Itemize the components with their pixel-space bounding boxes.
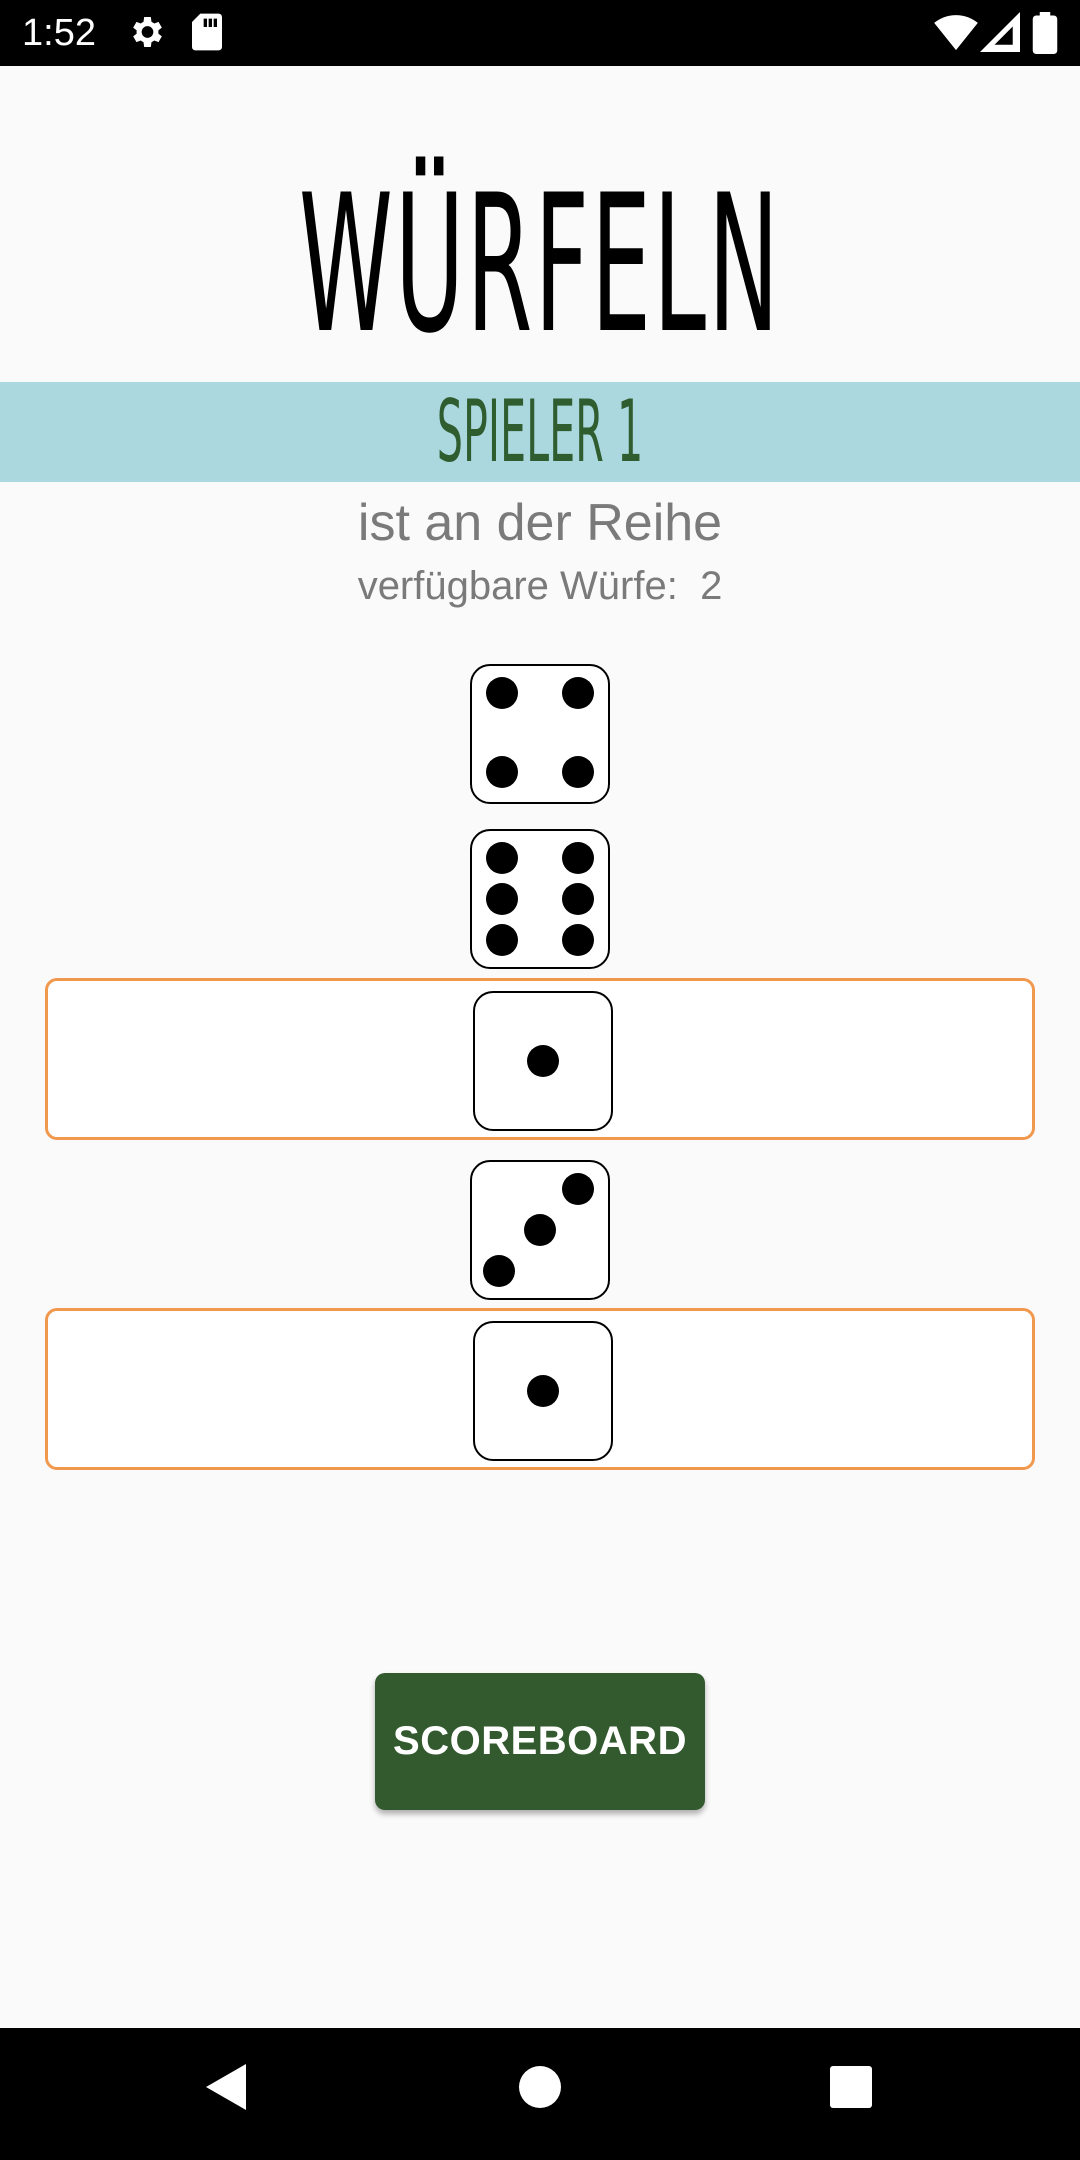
die-pip bbox=[562, 1173, 595, 1206]
turn-text: ist an der Reihe bbox=[357, 494, 723, 552]
die-pip bbox=[562, 677, 595, 710]
signal-icon bbox=[980, 12, 1020, 56]
die-slot[interactable] bbox=[45, 1150, 1035, 1312]
die-pip bbox=[485, 677, 518, 710]
player-name: SPIELER 1 bbox=[436, 382, 644, 482]
home-icon[interactable] bbox=[518, 2062, 562, 2116]
battery-icon bbox=[1032, 12, 1058, 58]
die-face-6[interactable] bbox=[470, 829, 610, 969]
held-die-slot[interactable] bbox=[45, 1308, 1035, 1470]
gear-icon bbox=[126, 12, 166, 56]
die-face-1[interactable] bbox=[473, 1321, 613, 1461]
sd-card-icon bbox=[190, 12, 224, 56]
die-pip bbox=[562, 883, 595, 915]
die-pip bbox=[485, 756, 518, 789]
status-time: 1:52 bbox=[22, 12, 96, 54]
die-pip bbox=[527, 1045, 559, 1077]
player-banner: SPIELER 1 bbox=[0, 382, 1080, 482]
die-slot[interactable] bbox=[45, 654, 1035, 816]
wifi-icon bbox=[934, 12, 978, 56]
throws-label: verfügbare Würfe: bbox=[357, 564, 678, 608]
die-pip bbox=[485, 923, 518, 956]
throws-counter: verfügbare Würfe: 2 bbox=[0, 556, 1080, 616]
die-pip bbox=[562, 756, 595, 789]
die-face-1[interactable] bbox=[473, 991, 613, 1131]
held-die-slot[interactable] bbox=[45, 978, 1035, 1140]
recents-icon[interactable] bbox=[829, 2062, 873, 2116]
die-pip bbox=[485, 883, 518, 915]
die-pip bbox=[562, 842, 595, 875]
status-bar: 1:52 bbox=[0, 0, 1080, 66]
die-pip bbox=[527, 1375, 559, 1407]
die-pip bbox=[483, 1254, 516, 1287]
back-icon[interactable] bbox=[204, 2062, 248, 2116]
die-pip bbox=[524, 1214, 556, 1246]
throws-value: 2 bbox=[700, 564, 723, 608]
app-title: WÜRFELN bbox=[298, 154, 782, 375]
die-pip bbox=[485, 842, 518, 875]
scoreboard-button[interactable]: SCOREBOARD bbox=[375, 1673, 705, 1810]
die-pip bbox=[562, 923, 595, 956]
die-slot[interactable] bbox=[45, 819, 1035, 981]
die-face-3[interactable] bbox=[470, 1160, 610, 1300]
die-face-4[interactable] bbox=[470, 664, 610, 804]
navigation-bar bbox=[0, 2028, 1080, 2160]
